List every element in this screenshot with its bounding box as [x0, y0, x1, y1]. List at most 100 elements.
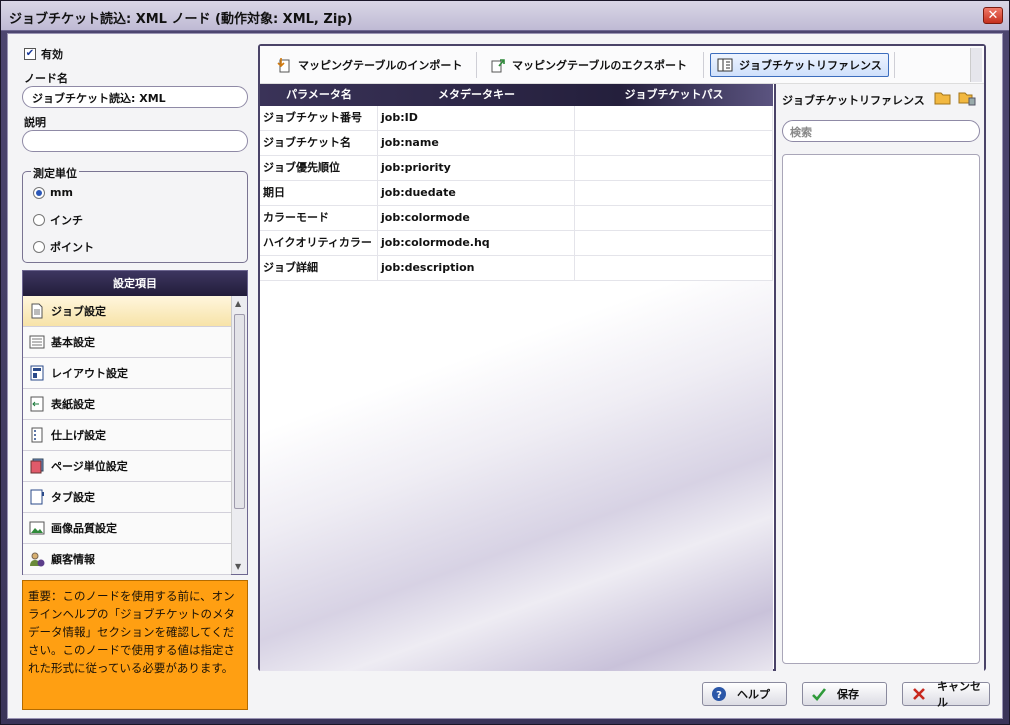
unit-radio-mm[interactable]: mm: [33, 186, 73, 199]
nav-item-layout-settings[interactable]: レイアウト設定: [23, 358, 231, 389]
job-ticket-reference-toggle[interactable]: ジョブチケットリファレンス: [710, 53, 889, 77]
mapping-table: パラメータ名 メタデータキー ジョブチケットパス ジョブチケット番号 job:I…: [260, 84, 773, 671]
import-mapping-button[interactable]: マッピングテーブルのインポート: [270, 53, 468, 77]
cell-parameter: ジョブチケット名: [260, 131, 378, 155]
unit-group-title: 測定単位: [31, 165, 79, 181]
nav-item-cover-settings[interactable]: 表紙設定: [23, 389, 231, 420]
cell-ticket-path[interactable]: [575, 231, 773, 255]
nav-item-label: ページ単位設定: [51, 460, 128, 473]
cancel-button[interactable]: キャンセル: [902, 680, 990, 709]
unit-group: 測定単位 mm インチ ポイント: [22, 165, 248, 263]
cell-metadata-key[interactable]: job:ID: [378, 106, 575, 130]
checkbox-check-icon[interactable]: ✔: [24, 48, 36, 60]
nav-item-label: 画像品質設定: [51, 522, 117, 535]
radio-icon[interactable]: [33, 241, 45, 253]
cell-ticket-path[interactable]: [575, 106, 773, 130]
toolbar-divider: [894, 52, 895, 78]
nav-item-label: 表紙設定: [51, 398, 95, 411]
svg-text:?: ?: [716, 690, 722, 701]
cell-metadata-key[interactable]: job:priority: [378, 156, 575, 180]
nav-item-page-settings[interactable]: ページ単位設定: [23, 451, 231, 482]
nav-item-customer-info[interactable]: 顧客情報: [23, 544, 231, 575]
open-folder-icon[interactable]: [934, 90, 952, 106]
cell-ticket-path[interactable]: [575, 156, 773, 180]
nav-item-finishing-settings[interactable]: 仕上げ設定: [23, 420, 231, 451]
reference-tree[interactable]: [782, 154, 980, 664]
import-icon: [277, 58, 290, 73]
export-mapping-button[interactable]: マッピングテーブルのエクスポート: [484, 53, 693, 77]
nav-item-tab-settings[interactable]: タブ設定: [23, 482, 231, 513]
nav-item-basic-settings[interactable]: 基本設定: [23, 327, 231, 358]
column-header-metadata-key[interactable]: メタデータキー: [378, 84, 575, 106]
nav-item-label: 基本設定: [51, 336, 95, 349]
toolbar-divider: [703, 52, 704, 78]
cancel-x-icon: [913, 688, 925, 700]
cell-ticket-path[interactable]: [575, 181, 773, 205]
help-label: ヘルプ: [737, 688, 770, 701]
mapping-table-header: パラメータ名 メタデータキー ジョブチケットパス: [260, 84, 773, 106]
document-icon: [31, 303, 43, 319]
enabled-label: 有効: [41, 48, 63, 61]
nav-item-label: レイアウト設定: [51, 367, 128, 380]
scroll-down-icon[interactable]: ▼: [235, 562, 241, 571]
dialog-content: ✔ 有効 ノード名 ジョブチケット読込: XML 説明 測定単位 mm インチ: [7, 33, 1003, 719]
help-button[interactable]: ? ヘルプ: [702, 682, 787, 706]
cell-parameter: ジョブチケット番号: [260, 106, 378, 130]
cell-metadata-key[interactable]: job:colormode: [378, 206, 575, 230]
save-label: 保存: [837, 688, 859, 701]
table-row[interactable]: ハイクオリティカラー job:colormode.hq: [260, 231, 773, 256]
cell-metadata-key[interactable]: job:duedate: [378, 181, 575, 205]
table-row[interactable]: 期日 job:duedate: [260, 181, 773, 206]
unit-radio-inch[interactable]: インチ: [33, 212, 83, 228]
node-name-input[interactable]: ジョブチケット読込: XML: [22, 86, 248, 108]
table-row[interactable]: ジョブ優先順位 job:priority: [260, 156, 773, 181]
unit-option-label: ポイント: [50, 241, 94, 254]
close-icon[interactable]: ✕: [983, 7, 1003, 24]
reference-search-input[interactable]: 検索: [782, 120, 980, 142]
nav-item-label: 仕上げ設定: [51, 429, 106, 442]
table-row[interactable]: カラーモード job:colormode: [260, 206, 773, 231]
unit-option-label: インチ: [50, 214, 83, 227]
cell-parameter: ジョブ優先順位: [260, 156, 378, 180]
description-input[interactable]: [22, 130, 248, 152]
scroll-up-icon[interactable]: ▲: [235, 299, 241, 308]
radio-icon[interactable]: [33, 214, 45, 226]
column-header-ticket-path[interactable]: ジョブチケットパス: [575, 84, 773, 106]
customer-icon: [30, 552, 45, 567]
cell-ticket-path[interactable]: [575, 131, 773, 155]
list-icon: [29, 335, 45, 349]
dialog-window: ジョブチケット読込: XML ノード (動作対象: XML, Zip) ✕ ✔ …: [0, 0, 1010, 725]
unit-radio-point[interactable]: ポイント: [33, 239, 94, 255]
image-icon: [29, 521, 45, 535]
description-label: 説明: [24, 116, 46, 129]
job-ticket-reference-label: ジョブチケットリファレンス: [739, 59, 882, 72]
cell-metadata-key[interactable]: job:name: [378, 131, 575, 155]
cell-ticket-path[interactable]: [575, 256, 773, 280]
delete-folder-icon[interactable]: [958, 90, 976, 106]
checkmark-icon: [812, 688, 827, 701]
column-header-parameter[interactable]: パラメータ名: [260, 84, 378, 106]
table-row[interactable]: ジョブ詳細 job:description: [260, 256, 773, 281]
important-notice: 重要：このノードを使用する前に、オンラインヘルプの「ジョブチケットのメタデータ情…: [22, 580, 248, 710]
table-row[interactable]: ジョブチケット番号 job:ID: [260, 106, 773, 131]
job-ticket-reference-pane: ジョブチケットリファレンス 検索: [774, 84, 984, 671]
settings-scrollbar[interactable]: ▲ ▼: [231, 296, 247, 574]
window-title: ジョブチケット読込: XML ノード (動作対象: XML, Zip): [9, 12, 353, 27]
cell-ticket-path[interactable]: [575, 206, 773, 230]
save-button[interactable]: 保存: [802, 682, 887, 706]
nav-item-image-quality-settings[interactable]: 画像品質設定: [23, 513, 231, 544]
page-icon: [30, 458, 44, 474]
settings-nav-header: 設定項目: [23, 271, 247, 296]
scroll-thumb[interactable]: [234, 314, 245, 509]
toolbar-divider: [476, 52, 477, 78]
enabled-checkbox[interactable]: ✔ 有効: [24, 46, 63, 62]
nav-item-job-settings[interactable]: ジョブ設定: [23, 296, 231, 327]
node-name-label: ノード名: [24, 72, 68, 85]
cell-parameter: ジョブ詳細: [260, 256, 378, 280]
cell-metadata-key[interactable]: job:description: [378, 256, 575, 280]
toolbar-scrollbar[interactable]: [970, 48, 982, 82]
radio-selected-icon[interactable]: [33, 186, 45, 199]
cell-metadata-key[interactable]: job:colormode.hq: [378, 231, 575, 255]
layout-icon: [30, 365, 44, 381]
table-row[interactable]: ジョブチケット名 job:name: [260, 131, 773, 156]
